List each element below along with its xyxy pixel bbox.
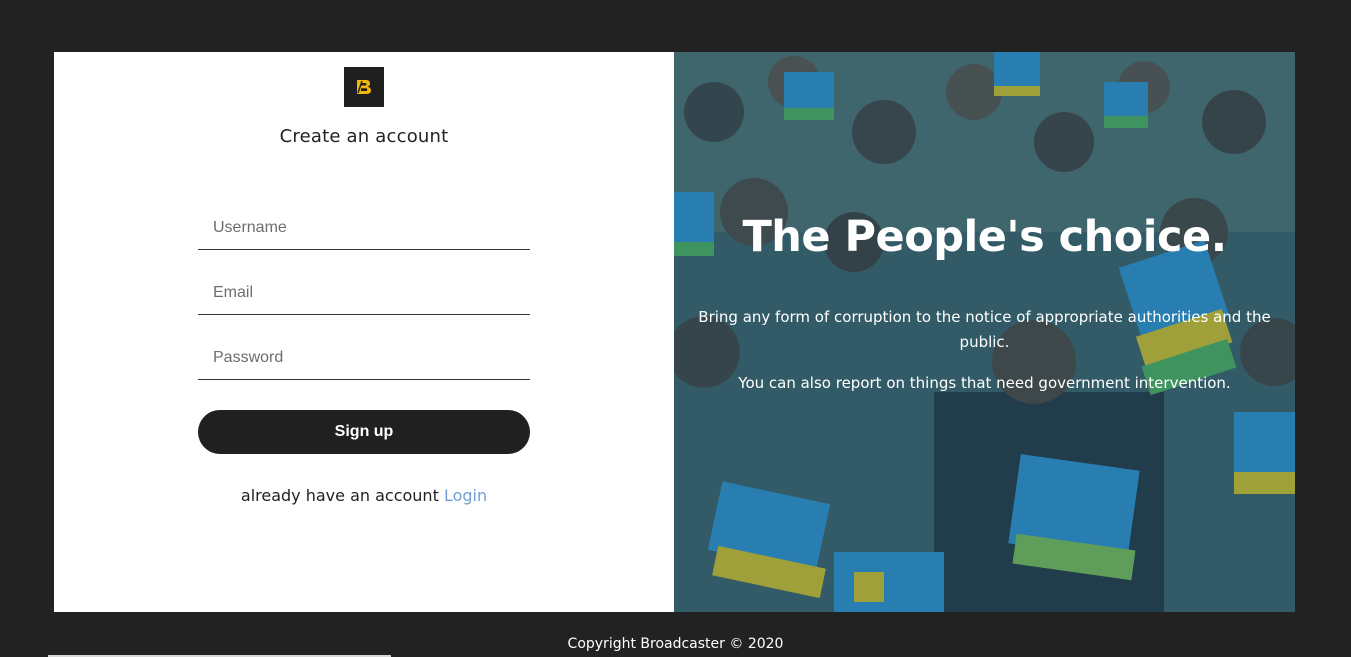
signup-form-panel: Create an account Sign up already have a… [54, 52, 674, 612]
hero-description: Bring any form of corruption to the noti… [698, 308, 1271, 351]
login-prompt-text: already have an account [240, 486, 439, 505]
signup-card: Create an account Sign up already have a… [54, 52, 1295, 612]
login-link[interactable]: Login [444, 486, 487, 505]
username-input[interactable] [198, 206, 530, 250]
hero-title: The People's choice. [742, 212, 1227, 262]
hero-subtext: You can also report on things that need … [738, 374, 1231, 392]
footer-copyright: Copyright Broadcaster © 2020 [567, 636, 784, 652]
page: Create an account Sign up already have a… [0, 0, 1351, 657]
password-input[interactable] [198, 336, 530, 380]
logo-b-icon [357, 80, 371, 94]
broadcaster-logo [344, 67, 384, 107]
login-prompt-line: already have an account Login [54, 486, 674, 505]
hero-panel: The People's choice. Bring any form of c… [674, 52, 1295, 612]
email-input[interactable] [198, 271, 530, 315]
form-title: Create an account [279, 126, 449, 147]
sign-up-button[interactable]: Sign up [198, 410, 530, 454]
